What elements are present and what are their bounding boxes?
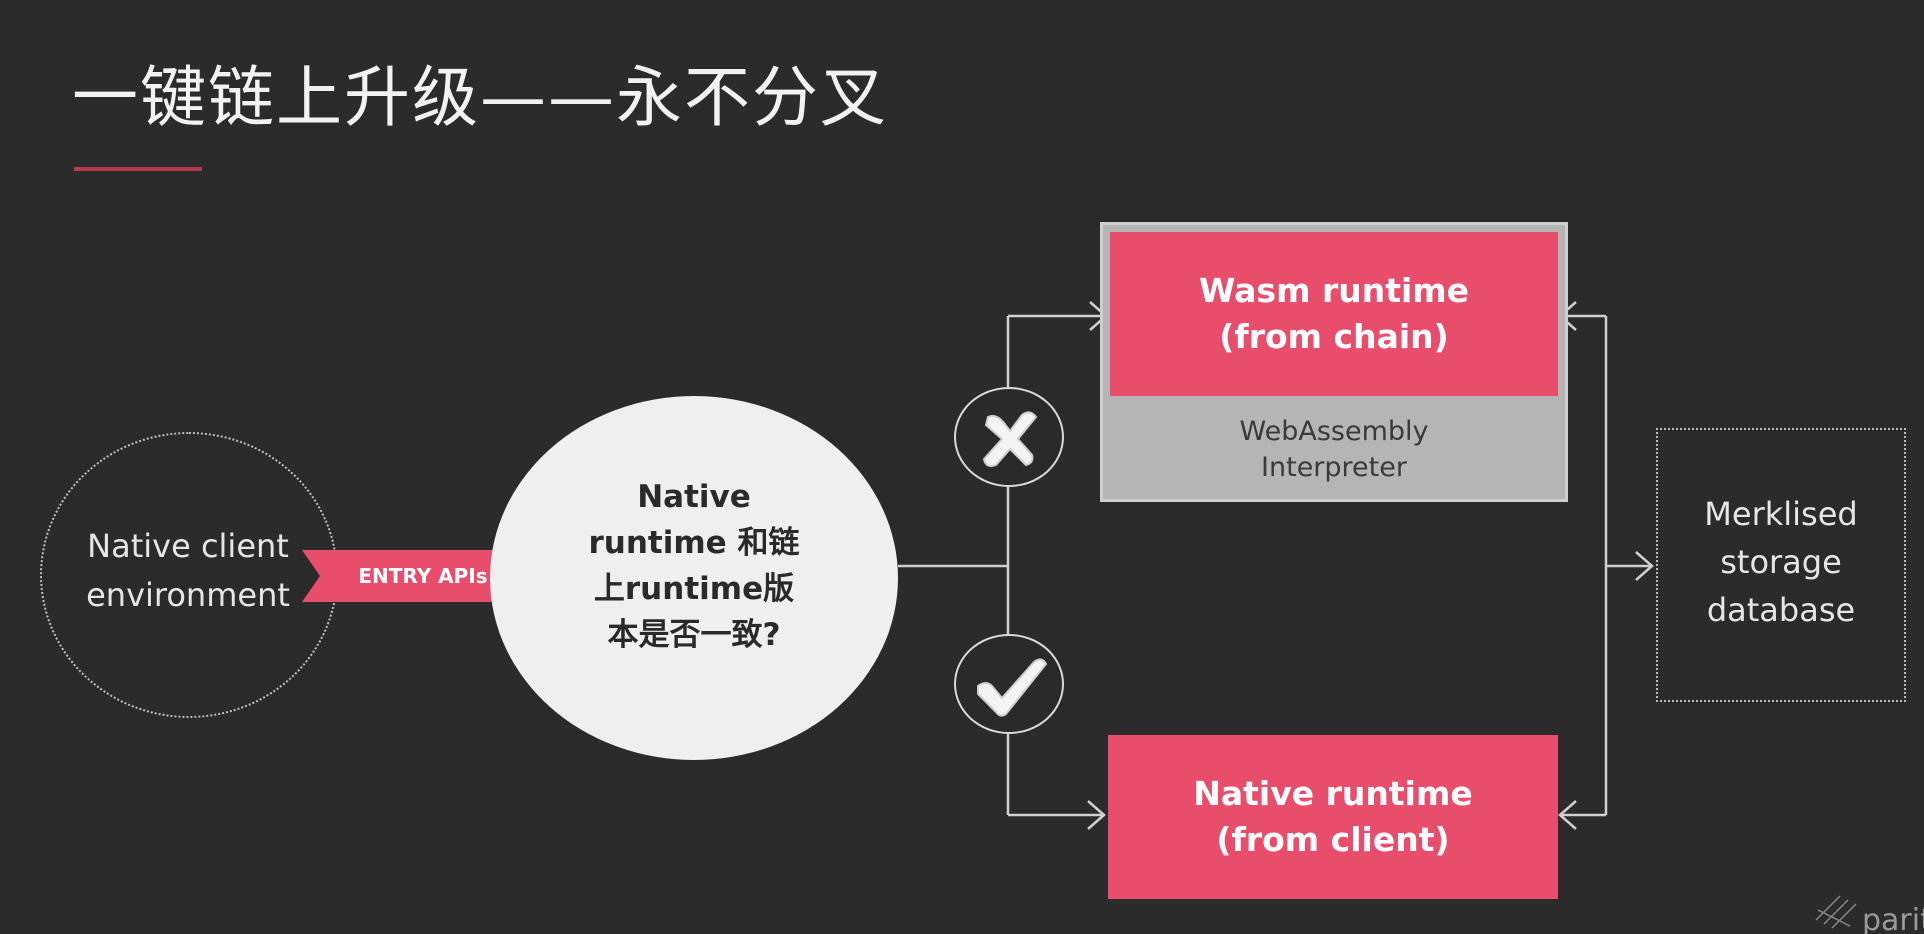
interpreter-line2: Interpreter xyxy=(1261,452,1407,483)
interpreter-label: WebAssembly Interpreter xyxy=(1100,414,1568,486)
match-mark xyxy=(954,634,1064,734)
wasm-runtime-line2: (from chain) xyxy=(1219,317,1449,356)
decision-line2: runtime 和链 xyxy=(588,525,800,561)
client-label-line1: Native client xyxy=(87,527,289,565)
parity-logo-text: parity xyxy=(1862,903,1924,934)
wasm-runtime-box: Wasm runtime (from chain) xyxy=(1110,232,1558,396)
mismatch-mark xyxy=(954,387,1064,487)
slide: 一键链上升级——永不分叉 Native client environment E… xyxy=(0,0,1924,934)
interpreter-line1: WebAssembly xyxy=(1239,416,1429,447)
native-runtime-line1: Native runtime xyxy=(1193,774,1473,813)
decision-line4: 本是否一致? xyxy=(607,617,781,653)
storage-label: Merklised storage database xyxy=(1656,490,1906,634)
wasm-runtime-line1: Wasm runtime xyxy=(1198,271,1470,310)
native-client-label: Native client environment xyxy=(60,522,316,620)
decision-question: Native runtime 和链 上runtime版 本是否一致? xyxy=(536,474,852,658)
client-label-line2: environment xyxy=(86,576,290,614)
storage-line1: Merklised xyxy=(1704,495,1858,533)
decision-line1: Native xyxy=(637,479,751,515)
native-runtime-line2: (from client) xyxy=(1216,820,1450,859)
check-mark-icon xyxy=(977,658,1048,717)
storage-line2: storage xyxy=(1720,543,1842,581)
decision-line3: 上runtime版 xyxy=(593,571,795,607)
parity-logo-icon xyxy=(1815,895,1857,929)
storage-line3: database xyxy=(1706,591,1856,629)
native-runtime-box: Native runtime (from client) xyxy=(1108,735,1558,899)
x-mark-icon xyxy=(982,411,1038,468)
